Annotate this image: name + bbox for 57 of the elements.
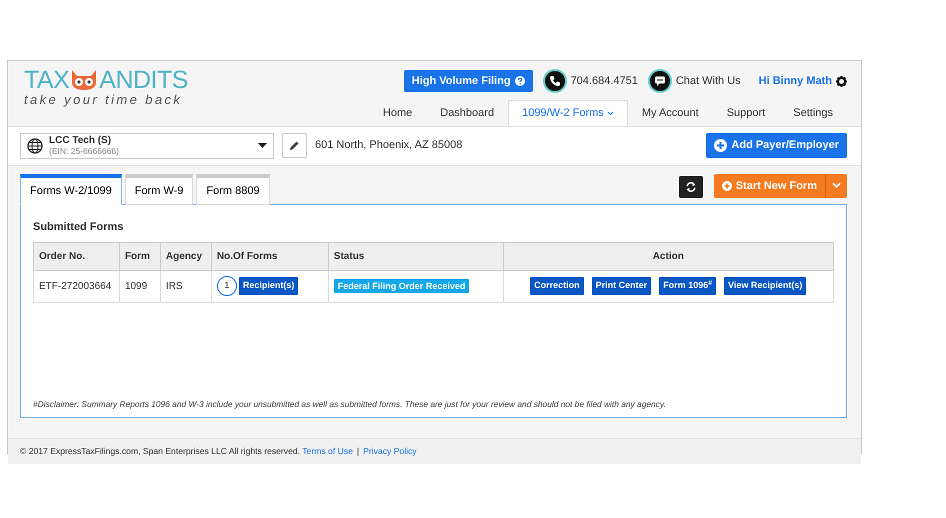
- footer-link[interactable]: Privacy Policy: [363, 446, 417, 456]
- phone-number: 704.684.4751: [570, 74, 638, 89]
- phone-icon: [542, 69, 567, 93]
- column-header: Order No.: [34, 242, 120, 270]
- column-header: No.Of Forms: [211, 242, 328, 270]
- footer-link[interactable]: Terms of Use: [302, 446, 353, 456]
- recipients-button[interactable]: Recipient(s): [238, 277, 298, 295]
- plus-icon: [722, 180, 732, 191]
- column-header: Status: [328, 242, 504, 270]
- add-payer-button[interactable]: Add Payer/Employer: [706, 133, 847, 158]
- payer-name: LCC Tech (S): [49, 134, 112, 146]
- nav-tab[interactable]: Dashboard: [426, 100, 508, 126]
- table-cell: 1099: [119, 270, 160, 302]
- plus-icon: [714, 139, 728, 152]
- action-button[interactable]: View Recipient(s): [724, 277, 806, 295]
- link-separator: |: [356, 446, 360, 456]
- edit-button[interactable]: [282, 133, 307, 158]
- payer-ein: (EIN: 25-6666666): [49, 146, 120, 156]
- nav-tab[interactable]: 1099/W-2 Forms: [508, 100, 628, 126]
- settings-icon: [836, 76, 847, 86]
- nav-tab[interactable]: Settings: [779, 100, 847, 126]
- pencil-icon: [289, 140, 300, 151]
- status-badge: Federal Filing Order Received: [334, 278, 470, 292]
- action-button[interactable]: Form 1096$^{#}$: [659, 277, 716, 295]
- user-greeting[interactable]: Hi Binny Math: [758, 72, 832, 90]
- refresh-icon: [684, 179, 697, 195]
- form-tab[interactable]: Forms W-2/1099: [20, 174, 122, 205]
- high-volume-filing-button[interactable]: High Volume Filing: [404, 70, 533, 92]
- form-count: 1: [216, 276, 237, 296]
- chat-icon[interactable]: [648, 69, 672, 93]
- table-cell: IRS: [160, 270, 212, 302]
- form-tab[interactable]: Form 8809: [196, 174, 270, 205]
- table-cell: ETF-272003664: [34, 270, 120, 302]
- copyright-text: © 2017 ExpressTaxFilings.com, Span Enterprises LLC All rights reserved.: [20, 446, 302, 456]
- caret-icon: [258, 143, 267, 148]
- nav-tab[interactable]: Support: [712, 100, 780, 126]
- column-header: Action: [503, 242, 834, 270]
- dropdown-button[interactable]: [825, 174, 847, 198]
- nav-tab[interactable]: Home: [368, 100, 426, 126]
- form-tab[interactable]: Form W-9: [124, 174, 194, 205]
- section-title: Submitted Forms: [33, 220, 124, 235]
- column-header: Agency: [160, 242, 212, 270]
- action-button[interactable]: Print Center: [592, 277, 652, 295]
- logo-text: ANDITS: [99, 67, 188, 93]
- action-button[interactable]: Correction: [530, 277, 584, 295]
- globe-icon: [27, 138, 43, 154]
- refresh-button[interactable]: [678, 176, 703, 198]
- column-header: Form: [119, 242, 160, 270]
- logo-tagline: take your time back: [24, 93, 184, 107]
- payer-address: 601 North, Phoenix, AZ 85008: [315, 138, 462, 154]
- nav-tab[interactable]: My Account: [628, 100, 713, 126]
- chevron-down-icon: [832, 182, 841, 190]
- help-icon: [514, 76, 525, 86]
- logo-text: TAX: [24, 67, 70, 93]
- disclaimer-text: #Disclaimer: Summary Reports 1096 and W-3 include your unsubmitted as well as submitted forms. These are just for your review and should not be filed with any agency.: [33, 398, 667, 411]
- payer-select[interactable]: LCC Tech (S) (EIN: 25-6666666): [20, 132, 274, 158]
- chat-link[interactable]: Chat With Us: [676, 72, 741, 90]
